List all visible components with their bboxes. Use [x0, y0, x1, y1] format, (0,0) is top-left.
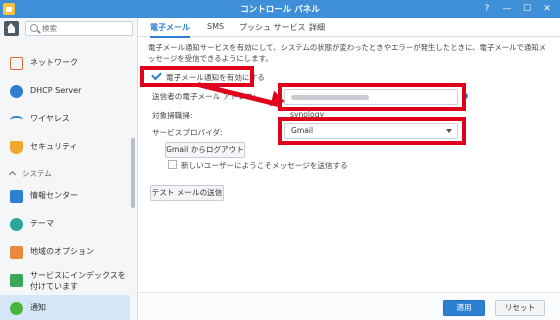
- sidebar-item-dhcp[interactable]: DHCP Server: [0, 78, 130, 104]
- close-button[interactable]: ✕: [540, 2, 554, 16]
- sidebar-item-label: 情報センター: [30, 191, 78, 200]
- help-button[interactable]: ?: [480, 2, 494, 16]
- highlight-sender-box: [278, 83, 466, 111]
- maximize-button[interactable]: ☐: [520, 2, 534, 16]
- sidebar-item-network[interactable]: ネットワーク: [0, 50, 130, 76]
- sidebar-item-wireless[interactable]: ワイヤレス: [0, 106, 130, 132]
- send-test-mail-button[interactable]: テスト メールの送信: [150, 185, 224, 201]
- sidebar-item-info-center[interactable]: 情報センター: [0, 183, 130, 209]
- section-system[interactable]: システム: [8, 168, 52, 179]
- sidebar-item-label: ワイヤレス: [30, 114, 70, 123]
- sidebar-item-security[interactable]: セキュリティ: [0, 134, 130, 160]
- tab-push-service[interactable]: プッシュ サービス: [239, 22, 306, 33]
- tab-advanced[interactable]: 詳細: [309, 22, 325, 33]
- provider-label: サービスプロバイダ:: [152, 128, 223, 137]
- sidebar-item-label: サービスにインデックスを付けています: [30, 271, 126, 291]
- sidebar-item-label: DHCP Server: [30, 86, 82, 95]
- sidebar: ネットワーク DHCP Server ワイヤレス セキュリティ システム 情報セ…: [0, 18, 138, 320]
- info-icon: [10, 190, 23, 203]
- sidebar-item-label: セキュリティ: [30, 142, 78, 151]
- sidebar-item-label: テーマ: [30, 219, 54, 228]
- palette-icon: [10, 218, 23, 231]
- dhcp-icon: [10, 85, 23, 98]
- tab-bar: 電子メール SMS プッシュ サービス 詳細: [139, 18, 560, 38]
- highlight-provider-box: [278, 117, 466, 145]
- hostname-label: 対象掃職掃:: [152, 111, 193, 120]
- sidebar-item-label: 地域のオプション: [30, 247, 94, 256]
- minimize-button[interactable]: —: [500, 2, 514, 16]
- home-icon[interactable]: [4, 21, 19, 36]
- search-box[interactable]: [25, 21, 133, 36]
- reset-button[interactable]: リセット: [495, 300, 545, 316]
- sidebar-item-label: ネットワーク: [30, 58, 78, 67]
- apply-button[interactable]: 適用: [443, 300, 485, 316]
- index-search-icon: [10, 274, 23, 287]
- tab-sms[interactable]: SMS: [207, 22, 224, 31]
- sidebar-item-label: 通知: [30, 303, 46, 312]
- chat-bubble-icon: [10, 302, 23, 315]
- wifi-icon: [10, 116, 23, 124]
- clock-icon: [10, 246, 23, 259]
- tab-email[interactable]: 電子メール: [150, 22, 190, 38]
- title-bar: コントロール パネル ? — ☐ ✕: [0, 0, 560, 18]
- sidebar-item-notification[interactable]: 通知: [0, 295, 130, 320]
- footer-bar: 適用 リセット: [139, 292, 560, 320]
- shield-icon: [10, 141, 23, 154]
- sidebar-item-theme[interactable]: テーマ: [0, 211, 130, 237]
- search-icon: [30, 24, 38, 32]
- gmail-logout-button[interactable]: Gmail からログアウト: [165, 142, 245, 158]
- search-input[interactable]: [42, 23, 130, 34]
- sidebar-item-regional[interactable]: 地域のオプション: [0, 239, 130, 265]
- chevron-up-icon: [8, 170, 17, 179]
- welcome-message-checkbox[interactable]: [168, 160, 177, 169]
- welcome-message-label: 新しいユーザーにようこそメッセージを送信する: [181, 161, 348, 170]
- sidebar-scrollbar[interactable]: [131, 138, 135, 208]
- network-icon: [10, 57, 23, 70]
- sidebar-item-indexing[interactable]: サービスにインデックスを付けています: [0, 267, 130, 293]
- window-title: コントロール パネル: [240, 5, 320, 15]
- description-text: 電子メール通知サービスを有効にして、システムの状態が変わったときやエラーが発生し…: [148, 43, 547, 63]
